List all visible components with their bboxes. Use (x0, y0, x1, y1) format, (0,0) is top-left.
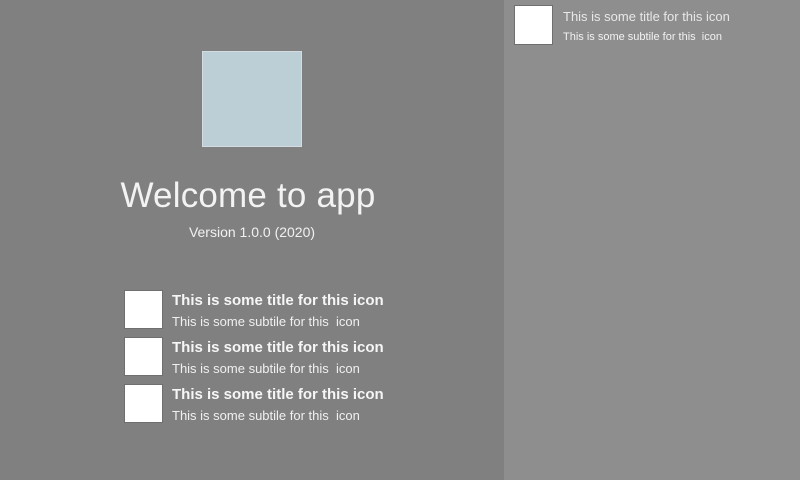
side-placeholder-icon (514, 5, 553, 45)
side-item-subtitle: This is some subtile for this icon (563, 31, 722, 43)
welcome-panel: Welcome to app Version 1.0.0 (2020) This… (0, 0, 504, 480)
side-item-title: This is some title for this icon (563, 9, 730, 24)
feature-list-item: This is some title for this icon This is… (124, 290, 384, 337)
feature-subtitle: This is some subtile for this icon (172, 361, 360, 376)
feature-list-item: This is some title for this icon This is… (124, 337, 384, 384)
side-list-item[interactable]: This is some title for this icon This is… (514, 5, 730, 45)
feature-placeholder-icon (124, 337, 163, 376)
side-item-text: This is some title for this icon This is… (563, 9, 730, 44)
feature-title: This is some title for this icon (172, 339, 384, 356)
welcome-title: Welcome to app (120, 176, 376, 215)
app-window: Welcome to app Version 1.0.0 (2020) This… (0, 0, 800, 480)
feature-title: This is some title for this icon (172, 386, 384, 403)
feature-placeholder-icon (124, 384, 163, 423)
side-panel: This is some title for this icon This is… (504, 0, 800, 480)
feature-text: This is some title for this icon This is… (172, 339, 384, 378)
feature-list-item: This is some title for this icon This is… (124, 384, 384, 431)
feature-list: This is some title for this icon This is… (124, 290, 384, 431)
feature-subtitle: This is some subtile for this icon (172, 314, 360, 329)
feature-subtitle: This is some subtile for this icon (172, 408, 360, 423)
feature-text: This is some title for this icon This is… (172, 386, 384, 425)
feature-placeholder-icon (124, 290, 163, 329)
feature-title: This is some title for this icon (172, 292, 384, 309)
feature-text: This is some title for this icon This is… (172, 292, 384, 331)
version-label: Version 1.0.0 (2020) (188, 224, 316, 240)
app-logo-icon (202, 51, 302, 147)
